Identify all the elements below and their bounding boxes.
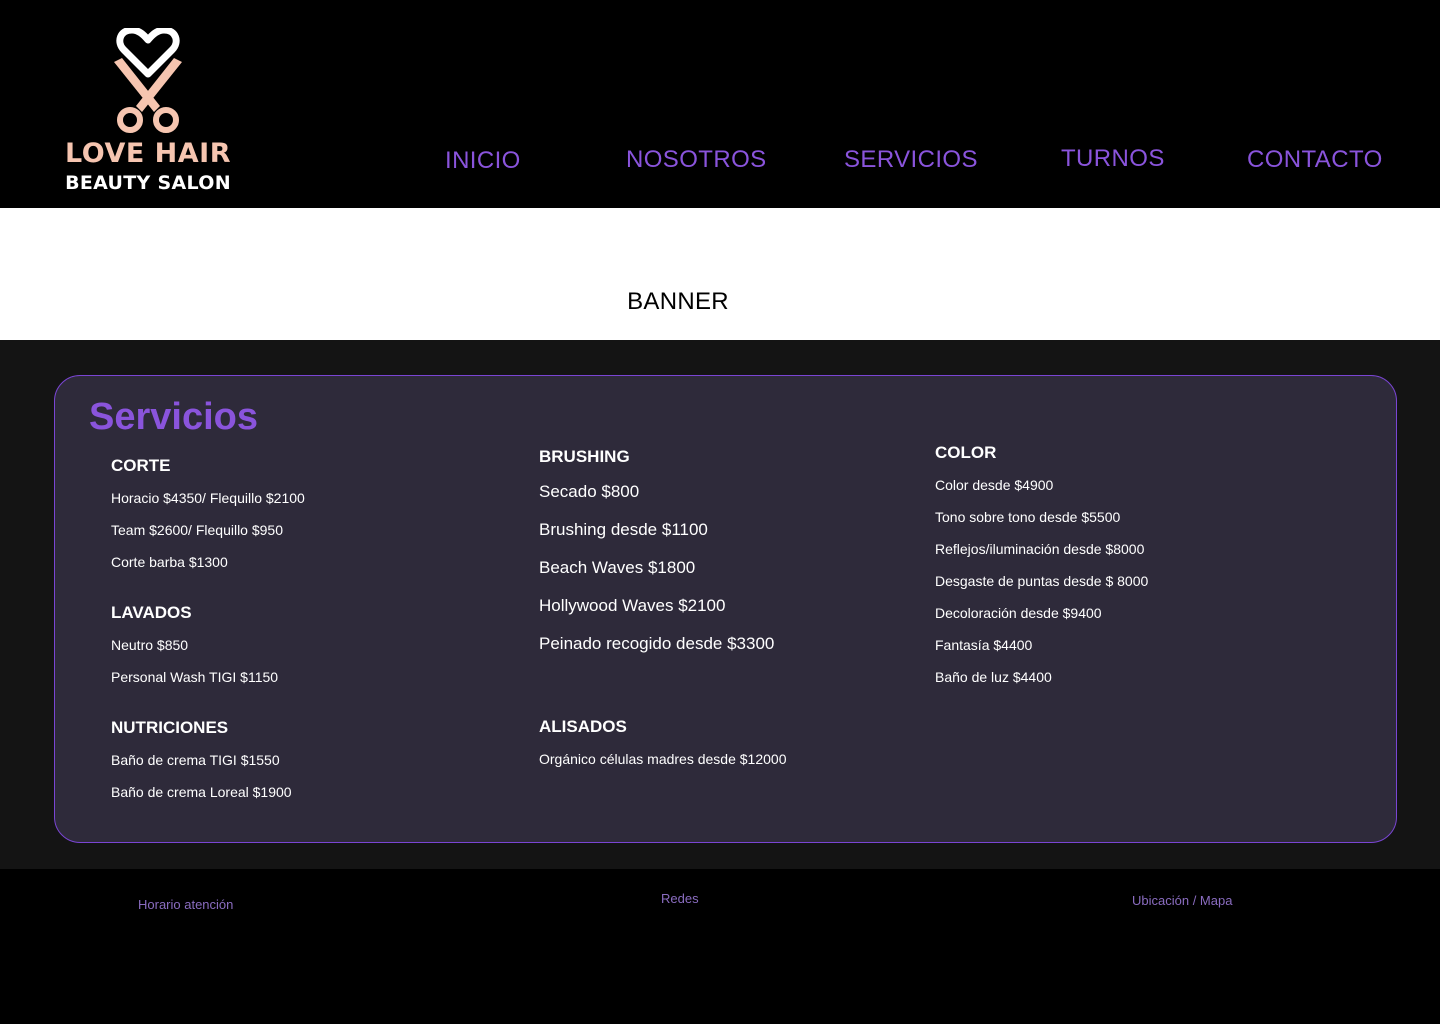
category-title-alisados: ALISADOS: [539, 717, 627, 736]
brand-logo[interactable]: LOVE HAIR BEAUTY SALON: [40, 20, 256, 200]
service-item: Hollywood Waves $2100: [539, 596, 726, 615]
service-item: Corte barba $1300: [111, 554, 228, 570]
service-item: Decoloración desde $9400: [935, 605, 1102, 621]
services-section: Servicios CORTE Horacio $4350/ Flequillo…: [0, 340, 1440, 869]
service-item: Fantasía $4400: [935, 637, 1033, 653]
brand-name: LOVE HAIR: [64, 138, 232, 169]
nav-item-inicio[interactable]: INICIO: [445, 147, 521, 175]
site-footer: Horario atención Redes Ubicación / Mapa: [0, 869, 1440, 1024]
service-item: Reflejos/iluminación desde $8000: [935, 541, 1145, 557]
category-title-lavados: LAVADOS: [111, 603, 192, 622]
footer-hours-link[interactable]: Horario atención: [138, 897, 233, 912]
service-item: Peinado recogido desde $3300: [539, 634, 775, 653]
nav-item-turnos[interactable]: TURNOS: [1061, 145, 1165, 173]
services-card: Servicios CORTE Horacio $4350/ Flequillo…: [54, 375, 1397, 843]
category-title-color: COLOR: [935, 443, 997, 462]
site-header: LOVE HAIR BEAUTY SALON INICIO NOSOTROS S…: [0, 0, 1440, 208]
service-item: Color desde $4900: [935, 477, 1054, 493]
footer-social-link[interactable]: Redes: [661, 891, 699, 906]
category-title-nutriciones: NUTRICIONES: [111, 718, 229, 737]
service-item: Baño de luz $4400: [935, 669, 1052, 685]
service-item: Horacio $4350/ Flequillo $2100: [111, 490, 305, 506]
footer-location-link[interactable]: Ubicación / Mapa: [1132, 893, 1232, 908]
brand-tagline: BEAUTY SALON: [65, 172, 231, 194]
service-item: Personal Wash TIGI $1150: [111, 669, 279, 685]
heart-scissors-icon: [114, 28, 182, 133]
banner-label: BANNER: [627, 288, 729, 315]
nav-item-contacto[interactable]: CONTACTO: [1247, 146, 1383, 174]
service-item: Secado $800: [539, 482, 640, 501]
service-item: Tono sobre tono desde $5500: [935, 509, 1121, 525]
category-title-corte: CORTE: [111, 456, 171, 475]
nav-item-nosotros[interactable]: NOSOTROS: [626, 146, 767, 174]
category-title-brushing: BRUSHING: [539, 447, 630, 466]
service-item: Beach Waves $1800: [539, 558, 696, 577]
hero-banner: BANNER: [0, 208, 1440, 340]
service-item: Team $2600/ Flequillo $950: [111, 522, 284, 538]
service-item: Baño de crema TIGI $1550: [111, 752, 280, 768]
service-item: Desgaste de puntas desde $ 8000: [935, 573, 1149, 589]
service-item: Neutro $850: [111, 637, 189, 653]
service-item: Brushing desde $1100: [539, 520, 708, 539]
services-title: Servicios: [89, 396, 258, 438]
service-item: Baño de crema Loreal $1900: [111, 784, 292, 800]
service-item: Orgánico células madres desde $12000: [539, 751, 787, 767]
nav-item-servicios[interactable]: SERVICIOS: [844, 146, 978, 174]
